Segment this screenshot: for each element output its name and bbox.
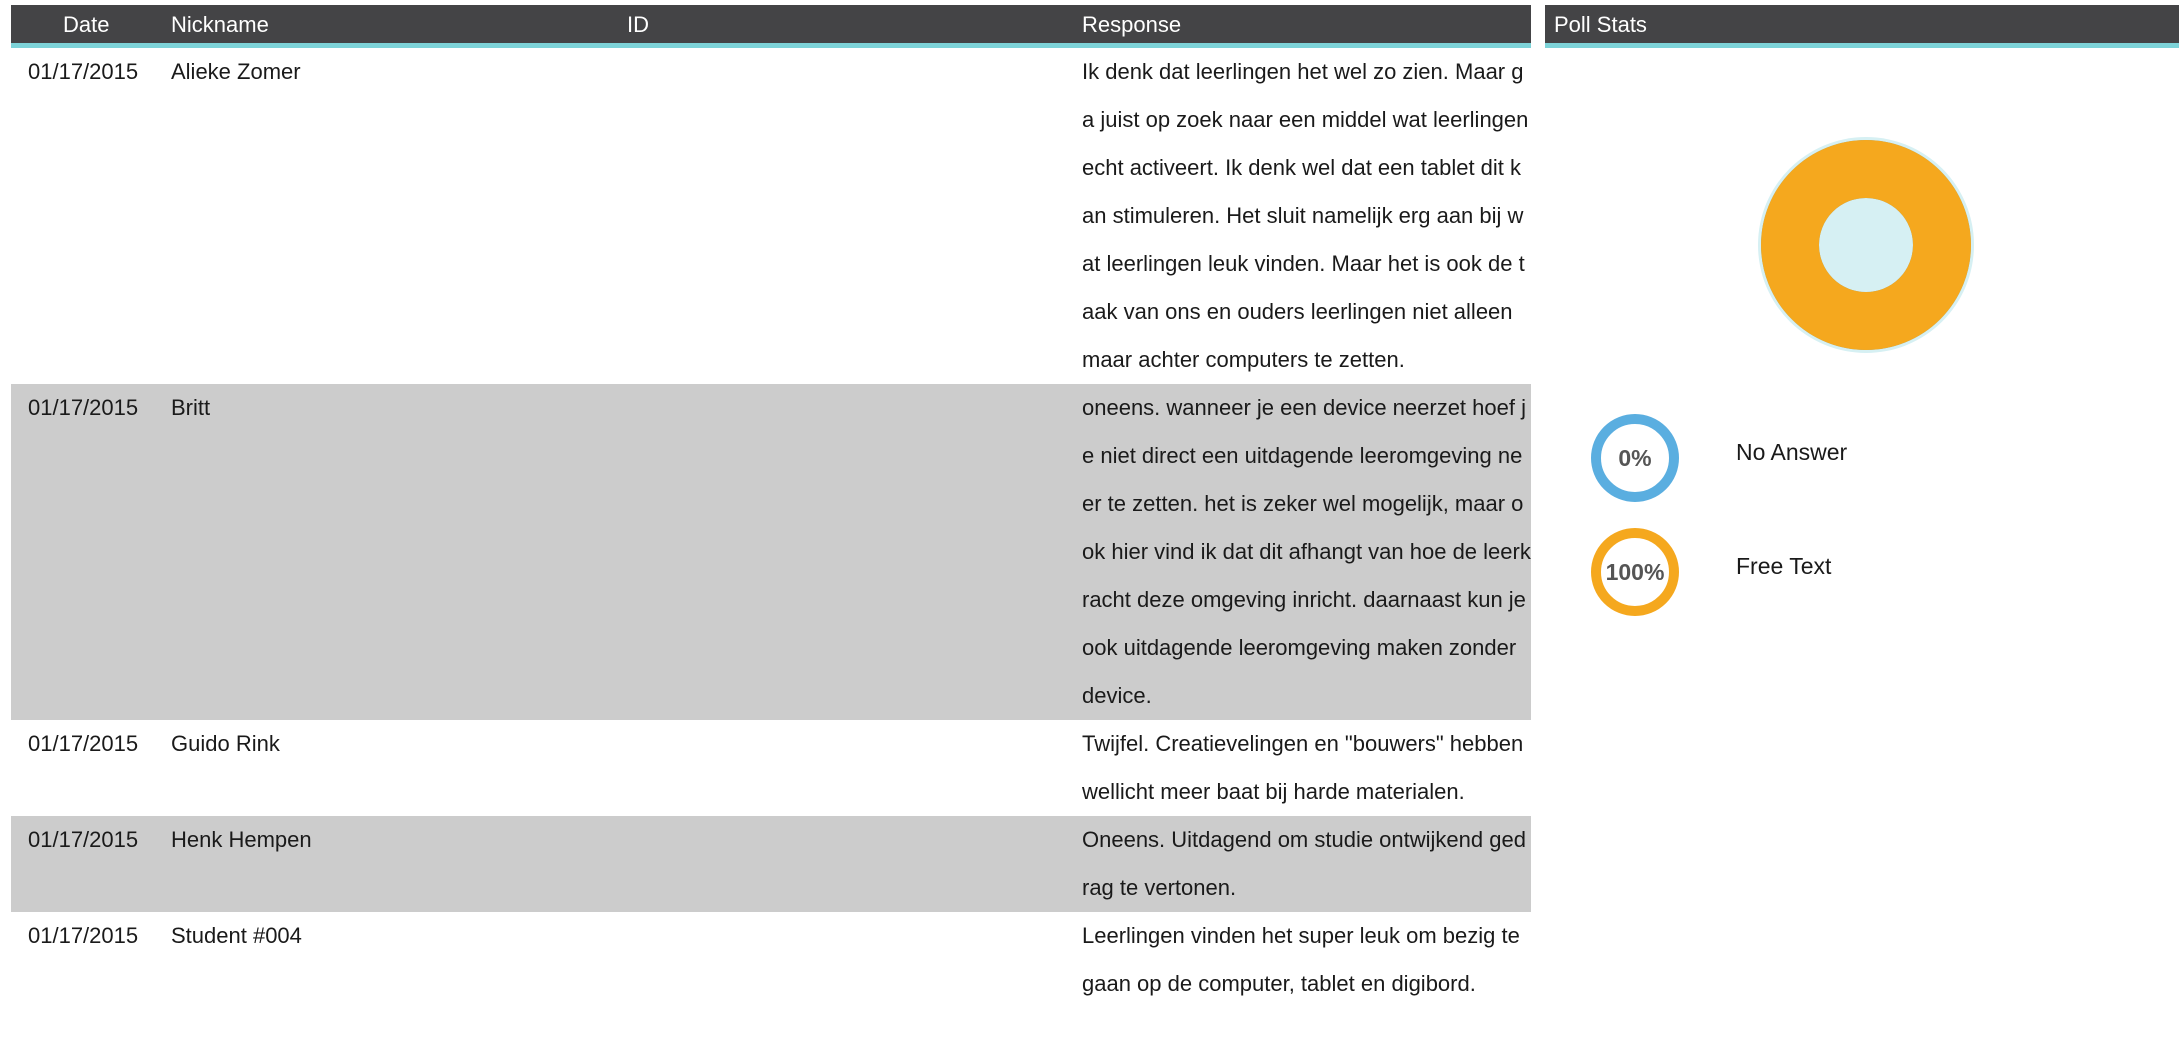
poll-donut-chart (1756, 135, 1976, 355)
cell-id (627, 384, 1082, 720)
column-header-id[interactable]: ID (627, 13, 649, 37)
column-header-response[interactable]: Response (1082, 13, 1181, 37)
cell-id (627, 720, 1082, 816)
free-text-percent: 100% (1590, 527, 1680, 617)
cell-id (627, 912, 1082, 1008)
column-header-nickname[interactable]: Nickname (171, 13, 269, 37)
free-text-label: Free Text (1736, 553, 1831, 580)
no-answer-percent: 0% (1590, 413, 1680, 503)
cell-id (627, 816, 1082, 912)
cell-nickname: Britt (171, 384, 627, 720)
poll-results-page: Date Nickname ID Response 01/17/2015 Ali… (0, 0, 2179, 1052)
table-row: 01/17/2015 Britt oneens. wanneer je een … (11, 384, 1531, 720)
cell-date: 01/17/2015 (11, 48, 171, 384)
cell-nickname: Guido Rink (171, 720, 627, 816)
cell-nickname: Henk Hempen (171, 816, 627, 912)
no-answer-label: No Answer (1736, 439, 1847, 466)
cell-response: oneens. wanneer je een device neerzet ho… (1082, 384, 1531, 720)
column-header-date[interactable]: Date (63, 13, 109, 37)
cell-response: Oneens. Uitdagend om studie ontwijkend g… (1082, 816, 1531, 912)
table-row: 01/17/2015 Guido Rink Twijfel. Creatieve… (11, 720, 1531, 816)
cell-id (627, 48, 1082, 384)
table-row: 01/17/2015 Student #004 Leerlingen vinde… (11, 912, 1531, 1008)
cell-date: 01/17/2015 (11, 816, 171, 912)
poll-stats-title: Poll Stats (1554, 13, 1647, 37)
table-header: Date Nickname ID Response (11, 5, 1531, 48)
cell-response: Twijfel. Creatievelingen en "bouwers" he… (1082, 720, 1531, 816)
legend-item-no-answer[interactable]: 0% No Answer (1590, 413, 2150, 509)
table-body: 01/17/2015 Alieke Zomer Ik denk dat leer… (11, 48, 1531, 1008)
cell-date: 01/17/2015 (11, 912, 171, 1008)
cell-date: 01/17/2015 (11, 384, 171, 720)
responses-table: Date Nickname ID Response 01/17/2015 Ali… (11, 5, 1531, 1008)
cell-response: Ik denk dat leerlingen het wel zo zien. … (1082, 48, 1531, 384)
cell-date: 01/17/2015 (11, 720, 171, 816)
table-row: 01/17/2015 Alieke Zomer Ik denk dat leer… (11, 48, 1531, 384)
cell-nickname: Alieke Zomer (171, 48, 627, 384)
legend-item-free-text[interactable]: 100% Free Text (1590, 527, 2150, 623)
poll-stats-panel: Poll Stats 0% No Answer 100% Free Text (1545, 5, 2179, 1045)
table-row: 01/17/2015 Henk Hempen Oneens. Uitdagend… (11, 816, 1531, 912)
cell-response: Leerlingen vinden het super leuk om bezi… (1082, 912, 1531, 1008)
poll-stats-header: Poll Stats (1545, 5, 2179, 48)
cell-nickname: Student #004 (171, 912, 627, 1008)
